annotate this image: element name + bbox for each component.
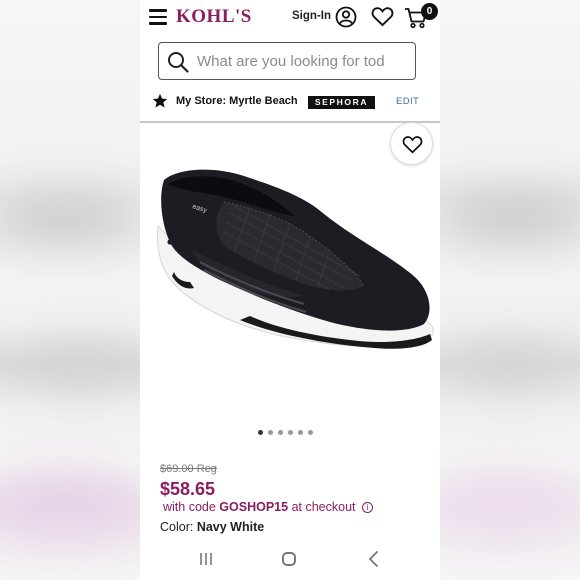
- promo-suffix: at checkout: [291, 500, 356, 514]
- search-box: [158, 42, 416, 80]
- color-label: Color:: [160, 520, 194, 534]
- system-nav-bar: [140, 540, 440, 580]
- menu-icon[interactable]: [149, 9, 167, 25]
- carousel-dot[interactable]: [308, 430, 313, 435]
- background-left: [0, 0, 140, 580]
- promo-code: GOSHOP15: [219, 500, 289, 514]
- search-icon[interactable]: [167, 51, 189, 73]
- search-input[interactable]: [197, 50, 409, 72]
- carousel-dot[interactable]: [288, 430, 293, 435]
- kohls-logo[interactable]: KOHL'S: [176, 6, 252, 28]
- carousel-dot[interactable]: [268, 430, 273, 435]
- top-bar: KOHL'S Sign-In 0: [140, 0, 440, 36]
- user-icon[interactable]: [335, 6, 357, 28]
- edit-store-link[interactable]: EDIT: [396, 96, 419, 107]
- info-icon[interactable]: i: [361, 502, 373, 513]
- carousel-dot[interactable]: [258, 430, 263, 435]
- sale-price: $58.65: [160, 479, 216, 499]
- promo-text: with code GOSHOP15 at checkout i: [163, 500, 373, 514]
- regular-price: $69.00 Reg: [160, 463, 217, 475]
- color-selection: Color: Navy White: [160, 520, 264, 534]
- my-store-label[interactable]: My Store: Myrtle Beach: [176, 95, 298, 107]
- product-image[interactable]: easy: [154, 162, 440, 372]
- sephora-badge[interactable]: SEPHORA: [308, 96, 375, 109]
- carousel-dot[interactable]: [278, 430, 283, 435]
- color-value: Navy White: [196, 520, 265, 534]
- image-carousel-dots: [258, 430, 318, 436]
- back-icon[interactable]: [367, 551, 381, 567]
- carousel-dot[interactable]: [298, 430, 303, 435]
- add-to-wishlist-button[interactable]: [390, 122, 433, 165]
- promo-prefix: with code: [163, 500, 216, 514]
- recents-icon[interactable]: [199, 552, 213, 566]
- heart-icon: [402, 136, 423, 154]
- heart-icon[interactable]: [371, 6, 394, 27]
- background-right: [440, 0, 580, 580]
- sign-in-link[interactable]: Sign-In: [292, 10, 331, 22]
- phone-screen: KOHL'S Sign-In 0 My Store: Myrtle Beach: [140, 0, 440, 580]
- home-icon[interactable]: [282, 552, 296, 566]
- cart-count-badge: 0: [421, 3, 438, 20]
- star-icon: [152, 93, 168, 108]
- header-divider: [140, 121, 440, 123]
- store-bar: My Store: Myrtle Beach SEPHORA EDIT: [140, 92, 440, 112]
